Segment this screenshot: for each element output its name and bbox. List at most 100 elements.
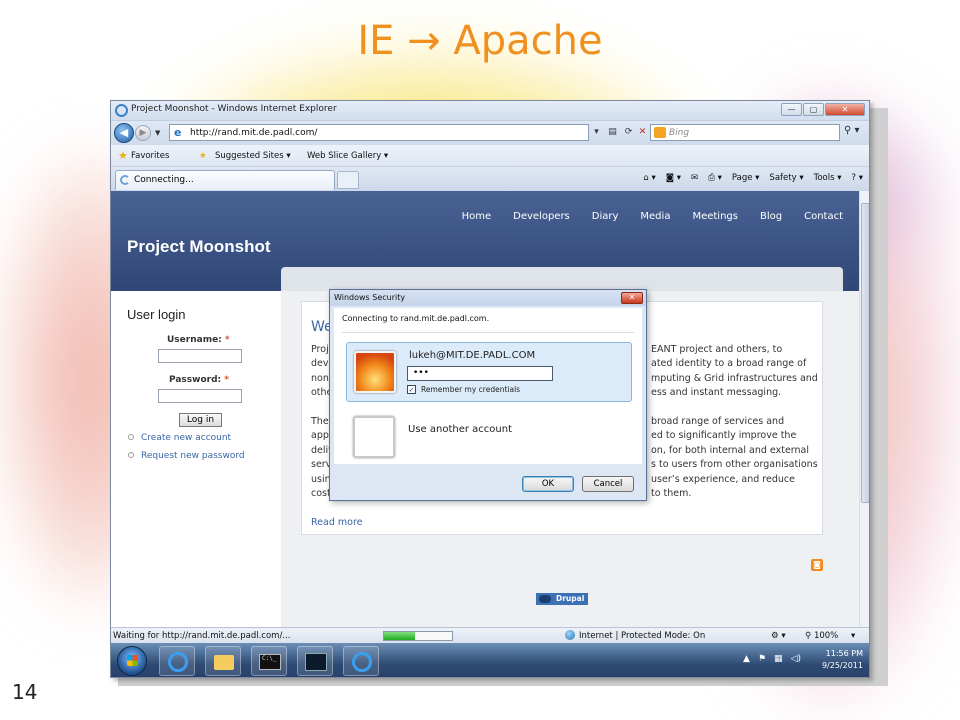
forward-button[interactable]: ▶ [135, 125, 151, 141]
taskbar-explorer-button[interactable] [205, 646, 241, 676]
taskbar-ie-button[interactable] [159, 646, 195, 676]
address-input[interactable]: e http://rand.mit.de.padl.com/ [169, 124, 589, 141]
scrollbar-thumb[interactable] [861, 203, 869, 503]
create-account-link[interactable]: Create new account [128, 433, 232, 443]
slide-title: IE → Apache [0, 18, 960, 64]
search-icon[interactable]: ⚲ ▾ [844, 125, 860, 136]
minimize-button[interactable]: — [781, 103, 802, 116]
compatibility-view-button[interactable]: ▤ [605, 125, 620, 140]
bullet-icon [128, 452, 134, 458]
vertical-scrollbar[interactable] [859, 191, 869, 631]
protected-mode-icon[interactable]: ⚙ ▾ [771, 631, 786, 641]
page-e-icon: e [174, 126, 182, 139]
ie-icon [352, 652, 372, 672]
stop-button[interactable]: ✕ [635, 125, 650, 140]
new-tab-button[interactable] [337, 171, 359, 189]
nav-home[interactable]: Home [462, 211, 492, 222]
mail-icon[interactable]: ✉ [691, 173, 698, 183]
show-hidden-icons-icon[interactable]: ▲ [743, 654, 750, 664]
help-icon[interactable]: ? ▾ [852, 173, 863, 183]
site-title[interactable]: Project Moonshot [127, 237, 271, 257]
ok-button[interactable]: OK [522, 476, 574, 492]
taskbar-ie-active-button[interactable] [343, 646, 379, 676]
screenshot-frame: Project Moonshot - Windows Internet Expl… [110, 100, 870, 678]
recent-pages-dropdown[interactable]: ▼ [155, 129, 160, 137]
suggested-sites-button[interactable]: Suggested Sites ▾ [215, 151, 291, 161]
feeds-icon[interactable]: ◙ ▾ [666, 173, 681, 183]
user-avatar-flower-icon [354, 351, 396, 393]
security-zone-text[interactable]: Internet | Protected Mode: On [579, 631, 705, 641]
tab-connecting[interactable]: Connecting... [115, 170, 335, 190]
start-button[interactable] [117, 646, 147, 676]
add-favorite-icon[interactable]: ★ [199, 151, 207, 161]
nav-developers[interactable]: Developers [513, 211, 570, 222]
search-placeholder: Bing [669, 128, 690, 138]
address-dropdown-button[interactable]: ▾ [589, 125, 604, 140]
page-menu[interactable]: Page ▾ [732, 173, 760, 183]
nav-media[interactable]: Media [640, 211, 670, 222]
username-input[interactable] [158, 349, 242, 363]
search-input[interactable]: Bing [650, 124, 840, 141]
zoom-level[interactable]: ⚲ 100% [805, 631, 838, 641]
home-icon[interactable]: ⌂ ▾ [643, 173, 655, 183]
password-required-mark: * [224, 375, 229, 385]
remember-credentials-label: Remember my credentials [421, 385, 521, 394]
network-icon[interactable]: ▦ [774, 654, 783, 664]
slide-title-ie: IE [357, 18, 395, 64]
credential-tile[interactable]: lukeh@MIT.DE.PADL.COM ••• ✓ Remember my … [346, 342, 632, 402]
web-slice-gallery-button[interactable]: Web Slice Gallery ▾ [307, 151, 388, 161]
other-account-tile[interactable]: Use another account [346, 416, 632, 458]
request-password-link[interactable]: Request new password [128, 451, 245, 461]
dialog-titlebar: Windows Security [330, 290, 646, 306]
favorites-bar: ★ Favorites ★ Suggested Sites ▾ Web Slic… [111, 145, 869, 167]
create-account-text: Create new account [141, 433, 232, 443]
login-button[interactable]: Log in [179, 413, 222, 427]
nav-diary[interactable]: Diary [592, 211, 619, 222]
back-button[interactable]: ◀ [114, 123, 134, 143]
username-label-text: Username: [167, 335, 222, 345]
article-line-right: ed to significantly improve the [651, 430, 797, 441]
article-line-right: ated identity to a broad range of [651, 358, 807, 369]
password-input[interactable] [158, 389, 242, 403]
safety-menu[interactable]: Safety ▾ [769, 173, 803, 183]
clock-time: 11:56 PM [825, 649, 863, 658]
ie-icon [168, 652, 188, 672]
article-line-left: cost [311, 488, 331, 499]
nav-blog[interactable]: Blog [760, 211, 782, 222]
dialog-title: Windows Security [334, 293, 406, 302]
clock-date: 9/25/2011 [821, 661, 863, 670]
window-title: Project Moonshot - Windows Internet Expl… [131, 104, 337, 114]
ie-logo-icon [115, 104, 128, 117]
close-button[interactable]: ✕ [825, 103, 865, 116]
nav-contact[interactable]: Contact [804, 211, 843, 222]
rss-icon[interactable]: ◙ [811, 559, 823, 571]
bullet-icon [128, 434, 134, 440]
username-label: Username: * [167, 335, 230, 345]
article-line-right: user’s experience, and reduce [651, 474, 795, 485]
zoom-dropdown-icon[interactable]: ▾ [851, 631, 855, 641]
print-icon[interactable]: ⎙ ▾ [708, 173, 722, 183]
dialog-divider [342, 332, 634, 333]
remember-credentials-checkbox[interactable]: ✓ [407, 385, 416, 394]
nav-meetings[interactable]: Meetings [692, 211, 738, 222]
cancel-button[interactable]: Cancel [582, 476, 634, 492]
tools-menu[interactable]: Tools ▾ [814, 173, 842, 183]
credential-password-field[interactable]: ••• [407, 366, 553, 381]
favorites-star-icon: ★ [118, 149, 128, 162]
read-more-link[interactable]: Read more [311, 517, 363, 528]
windows-taskbar: C:\_ ▲ ⚑ ▦ ◁) 11:56 PM 9/25/2011 [111, 643, 869, 677]
volume-icon[interactable]: ◁) [791, 654, 801, 664]
status-text: Waiting for http://rand.mit.de.padl.com/… [113, 631, 291, 641]
maximize-button[interactable]: ▢ [803, 103, 824, 116]
favorites-label: Favorites [131, 151, 170, 161]
refresh-button[interactable]: ⟳ [621, 125, 636, 140]
drupal-badge[interactable]: Drupal [536, 593, 589, 605]
request-password-text: Request new password [141, 451, 245, 461]
system-clock[interactable]: 11:56 PM 9/25/2011 [822, 648, 863, 672]
taskbar-monitor-button[interactable] [297, 646, 333, 676]
favorites-button[interactable]: ★ Favorites [118, 149, 170, 162]
dialog-close-button[interactable]: ✕ [621, 292, 643, 304]
taskbar-cmd-button[interactable]: C:\_ [251, 646, 287, 676]
action-center-icon[interactable]: ⚑ [758, 654, 766, 664]
suggested-sites-label: Suggested Sites ▾ [215, 151, 291, 161]
